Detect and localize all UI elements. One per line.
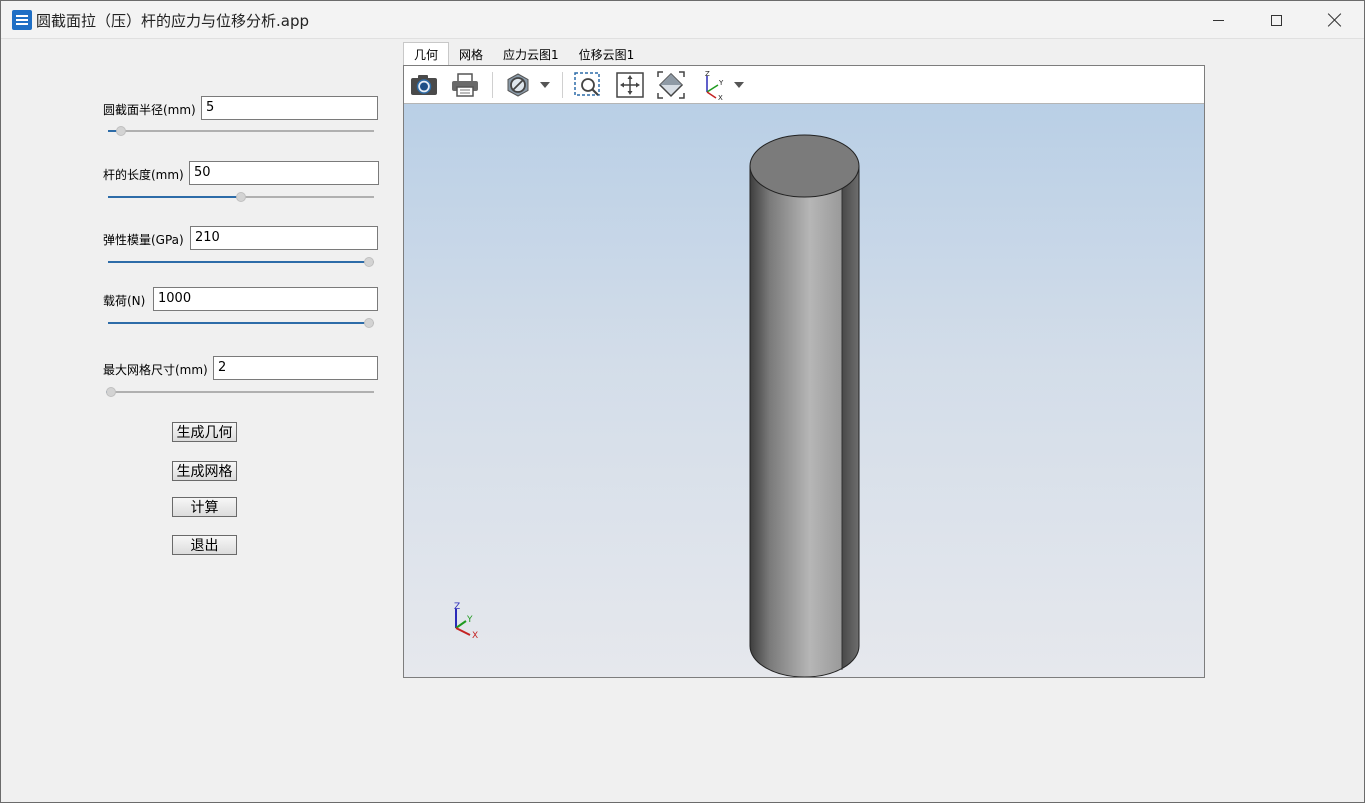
mesh-size-slider-thumb[interactable] [106, 387, 116, 397]
tab-geometry[interactable]: 几何 [403, 42, 450, 66]
mesh-size-input[interactable]: 2 [213, 356, 378, 380]
zoom-extents-icon[interactable] [614, 70, 646, 100]
close-icon [1328, 13, 1342, 27]
exit-button[interactable]: 退出 [172, 535, 237, 555]
svg-text:Z: Z [705, 70, 710, 78]
view-tabs: 几何 网格 应力云图1 位移云图1 [403, 42, 644, 66]
mesh-size-slider[interactable] [106, 385, 374, 399]
length-input[interactable]: 50 [189, 161, 379, 185]
radius-label: 圆截面半径(mm) [103, 103, 196, 117]
graphics-viewer: Z Y X Z Y X [403, 65, 1205, 678]
minimize-icon [1212, 19, 1224, 21]
mesh-size-label: 最大网格尺寸(mm) [103, 363, 208, 377]
load-slider-thumb[interactable] [364, 318, 374, 328]
camera-icon[interactable] [408, 70, 440, 100]
svg-text:X: X [718, 94, 723, 100]
cylinder-model[interactable] [749, 134, 860, 677]
modulus-label: 弹性模量(GPa) [103, 233, 184, 247]
tab-mesh[interactable]: 网格 [449, 42, 493, 66]
length-slider-thumb[interactable] [236, 192, 246, 202]
tab-displacement-plot[interactable]: 位移云图1 [569, 42, 645, 66]
modulus-slider-thumb[interactable] [364, 257, 374, 267]
app-window: 圆截面拉（压）杆的应力与位移分析.app 圆截面半径(mm) 5 杆的长度(mm… [0, 0, 1365, 803]
maximize-button[interactable] [1247, 1, 1305, 39]
modulus-input[interactable]: 210 [190, 226, 378, 250]
window-title: 圆截面拉（压）杆的应力与位移分析.app [36, 12, 310, 30]
load-input[interactable]: 1000 [153, 287, 378, 311]
minimize-button[interactable] [1189, 1, 1247, 39]
modulus-slider[interactable] [108, 255, 374, 269]
graphics-toolbar: Z Y X [404, 66, 1204, 104]
fit-view-icon[interactable] [655, 70, 687, 100]
app-icon [12, 10, 32, 30]
chevron-down-icon[interactable] [734, 82, 744, 88]
title-bar: 圆截面拉（压）杆的应力与位移分析.app [1, 1, 1364, 39]
tab-stress-plot[interactable]: 应力云图1 [493, 42, 569, 66]
svg-text:Y: Y [718, 79, 724, 87]
radius-slider-thumb[interactable] [116, 126, 126, 136]
chevron-down-icon[interactable] [540, 82, 550, 88]
close-button[interactable] [1306, 1, 1364, 39]
length-label: 杆的长度(mm) [103, 168, 184, 182]
triad-z-label: Z [454, 602, 460, 612]
load-slider[interactable] [108, 316, 374, 330]
radius-input[interactable]: 5 [201, 96, 378, 120]
generate-mesh-button[interactable]: 生成网格 [172, 461, 237, 481]
print-icon[interactable] [449, 70, 481, 100]
length-slider[interactable] [108, 190, 374, 204]
compute-button[interactable]: 计算 [172, 497, 237, 517]
generate-geometry-button[interactable]: 生成几何 [172, 422, 237, 442]
radius-slider[interactable] [108, 124, 374, 138]
graphics-canvas[interactable]: Z Y X [404, 104, 1204, 677]
load-label: 载荷(N) [103, 294, 146, 308]
triad-x-label: X [472, 631, 478, 641]
axis-view-icon[interactable]: Z Y X [698, 70, 730, 100]
axis-triad: Z Y X [454, 602, 478, 641]
triad-y-label: Y [466, 615, 473, 625]
hide-icon[interactable] [502, 70, 534, 100]
zoom-box-icon[interactable] [572, 70, 604, 100]
maximize-icon [1270, 14, 1282, 26]
